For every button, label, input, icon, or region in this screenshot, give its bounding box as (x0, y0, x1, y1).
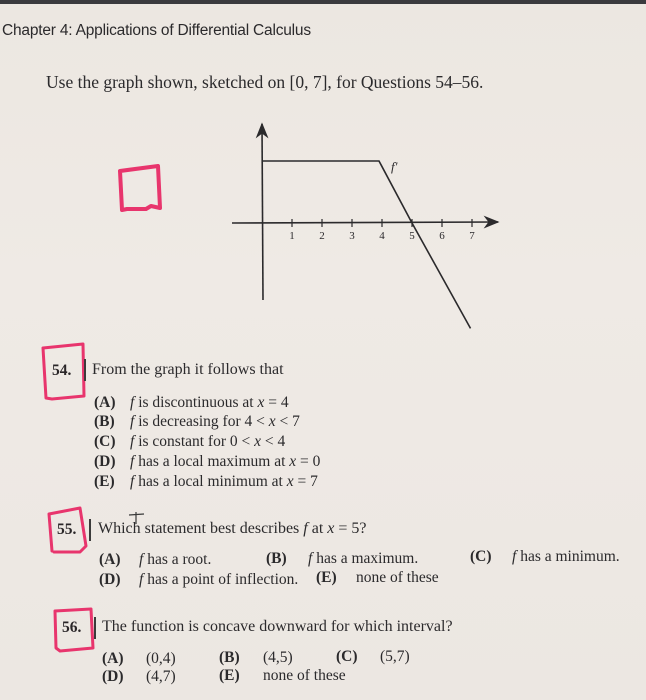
option-e[interactable]: (E) none of these (219, 667, 346, 685)
option-c[interactable]: (C) f is constant for 0 < x < 4 (94, 433, 285, 451)
option-text: (4,5) (263, 649, 293, 666)
option-letter: (B) (94, 413, 115, 430)
x-symbol: x (254, 433, 262, 450)
option-b[interactable]: (B) (4,5) (219, 649, 293, 667)
option-text-tail: = 4 (264, 394, 289, 411)
prompt-text: Which statement best describes (98, 520, 304, 537)
option-letter: (D) (102, 668, 124, 685)
option-letter: (E) (316, 569, 337, 586)
prompt-text: at (307, 520, 328, 537)
option-letter: (C) (94, 433, 116, 450)
option-letter: (D) (99, 571, 121, 588)
option-d[interactable]: (D) f has a local maximum at x = 0 (94, 453, 320, 471)
option-letter: (A) (102, 650, 124, 667)
option-letter: (A) (99, 551, 121, 568)
option-text: has a minimum. (516, 548, 620, 565)
x-symbol: x (268, 413, 276, 430)
option-a[interactable]: (A) f has a root. (99, 551, 211, 569)
option-d[interactable]: (D) f has a point of inflection. (99, 571, 298, 589)
option-letter: (E) (219, 667, 240, 684)
option-text-tail: = 7 (293, 473, 318, 490)
option-text-tail: < 7 (275, 413, 300, 430)
option-letter: (C) (470, 548, 492, 565)
option-letter: (D) (94, 453, 116, 470)
option-text-tail: < 4 (261, 433, 286, 450)
hand-drawn-empty-box (118, 164, 162, 212)
option-text: has a point of inflection. (143, 571, 299, 588)
number-divider (94, 617, 96, 639)
question-prompt: Which statement best describes f at x = … (98, 520, 367, 538)
option-d[interactable]: (D) (4,7) (102, 668, 176, 686)
x-symbol: x (286, 473, 294, 490)
ink-annotations (41, 164, 162, 653)
option-text: is constant for 0 < (134, 433, 255, 450)
question-prompt: The function is concave downward for whi… (102, 618, 453, 635)
number-divider (84, 359, 86, 381)
option-letter: (C) (336, 648, 358, 665)
option-text: has a root. (143, 551, 212, 568)
option-text: none of these (263, 667, 346, 684)
option-c[interactable]: (C) f has a minimum. (470, 548, 620, 566)
question-prompt: From the graph it follows that (92, 361, 284, 378)
option-c[interactable]: (C) (5,7) (336, 648, 410, 666)
option-text: has a local minimum at (134, 473, 287, 490)
question-number: 54. (52, 362, 72, 379)
option-e[interactable]: (E) none of these (316, 569, 439, 587)
option-b[interactable]: (B) f has a maximum. (266, 550, 418, 568)
option-text: is discontinuous at (134, 394, 258, 411)
option-text-tail: = 0 (296, 453, 321, 470)
option-text: (0,4) (146, 650, 176, 667)
prompt-text: = 5? (334, 520, 367, 537)
option-e[interactable]: (E) f has a local minimum at x = 7 (94, 473, 318, 491)
option-text: (4,7) (146, 668, 176, 685)
option-text: none of these (356, 569, 439, 586)
option-text: has a maximum. (312, 550, 419, 567)
option-letter: (B) (219, 649, 240, 666)
option-b[interactable]: (B) f is decreasing for 4 < x < 7 (94, 413, 300, 431)
option-text: has a local maximum at (134, 453, 290, 470)
question-number: 56. (62, 619, 82, 636)
option-a[interactable]: (A) (0,4) (102, 650, 176, 668)
question-number: 55. (57, 521, 77, 538)
option-letter: (A) (94, 394, 116, 411)
option-text: is decreasing for 4 < (134, 413, 269, 430)
option-text: (5,7) (380, 648, 410, 665)
option-letter: (E) (94, 473, 115, 490)
option-a[interactable]: (A) f is discontinuous at x = 4 (94, 394, 289, 412)
option-letter: (B) (266, 550, 287, 567)
number-divider (89, 519, 91, 541)
